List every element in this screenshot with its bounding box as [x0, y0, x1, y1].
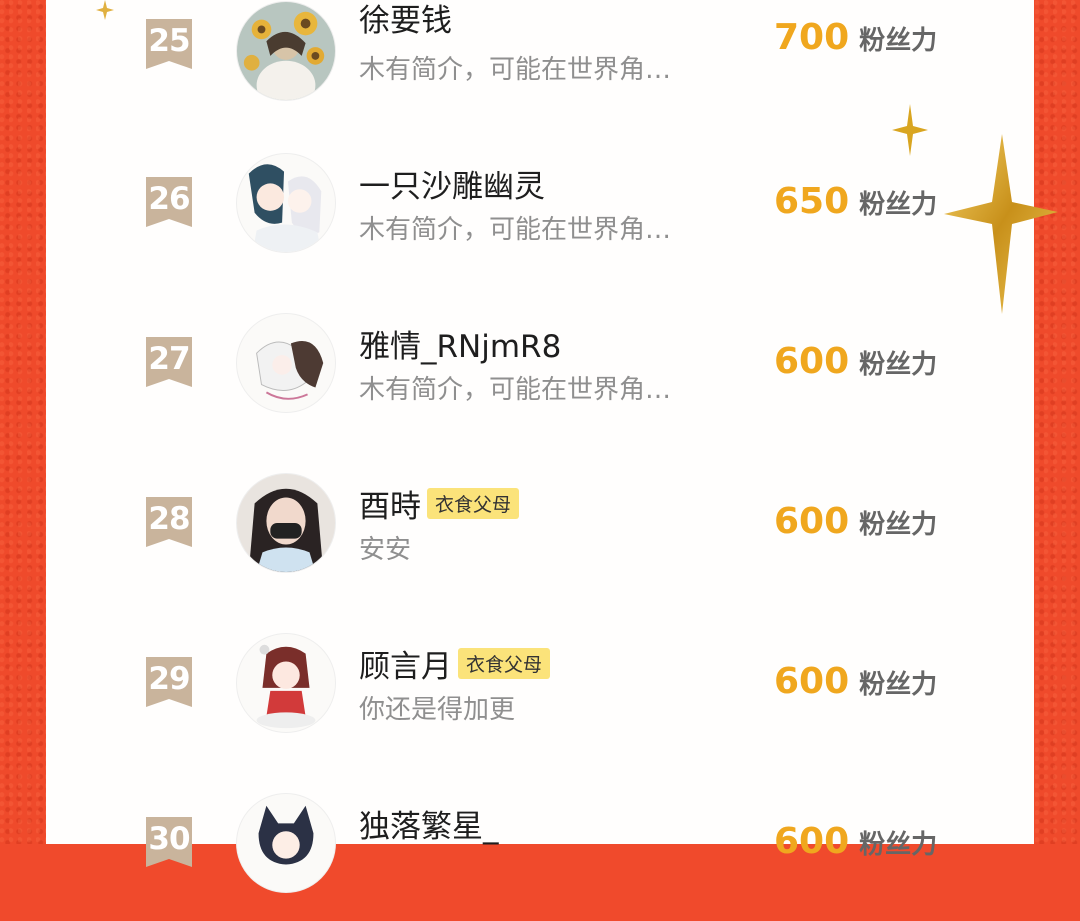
- score-value: 600: [774, 501, 850, 542]
- sketch-avatar[interactable]: [236, 313, 336, 413]
- rank-number: 28: [148, 501, 190, 537]
- rank-badge: 30: [146, 817, 192, 867]
- rank-number: 29: [148, 661, 190, 697]
- user-name[interactable]: 徐要钱: [359, 0, 452, 40]
- user-name[interactable]: 独落繁星_: [359, 801, 499, 846]
- score-value: 600: [774, 821, 850, 862]
- patron-tag: 衣食父母: [427, 488, 520, 519]
- user-bio: 木有简介，可能在世界角…: [359, 55, 672, 85]
- user-name[interactable]: 顾言月: [359, 641, 452, 686]
- list-item[interactable]: 29 顾言月 衣食父母 你还是得加更 600 粉丝力: [46, 601, 1034, 761]
- fan-score: 600 粉丝力: [774, 341, 937, 382]
- list-item[interactable]: 27 雅情_RNjmR8 木有简介，可能在世界角… 600 粉丝力: [46, 281, 1034, 441]
- list-item[interactable]: 30 独落繁星_ 600 粉丝力: [46, 761, 1034, 921]
- fan-score: 700 粉丝力: [774, 17, 937, 58]
- score-unit: 粉丝力: [859, 26, 938, 56]
- score-unit: 粉丝力: [859, 670, 938, 700]
- rank-number: 25: [148, 23, 190, 59]
- patron-tag: 衣食父母: [458, 648, 551, 679]
- rank-badge: 28: [146, 497, 192, 547]
- user-bio: 木有简介，可能在世界角…: [359, 375, 672, 405]
- rank-badge: 25: [146, 19, 192, 69]
- chibi-avatar[interactable]: [236, 633, 336, 733]
- rank-number: 26: [148, 181, 190, 217]
- rank-number: 30: [148, 821, 190, 857]
- sparkle-icon: [96, 0, 114, 20]
- fan-score: 600 粉丝力: [774, 821, 937, 862]
- user-name[interactable]: 一只沙雕幽灵: [359, 161, 545, 206]
- sunflower-avatar[interactable]: [236, 1, 336, 101]
- score-unit: 粉丝力: [859, 830, 938, 860]
- photo-avatar[interactable]: [236, 473, 336, 573]
- fan-score: 600 粉丝力: [774, 661, 937, 702]
- list-item[interactable]: 26 一只沙雕幽灵 木有简介，可能在世界角… 650 粉丝力: [46, 121, 1034, 281]
- rank-badge: 29: [146, 657, 192, 707]
- user-bio: 木有简介，可能在世界角…: [359, 215, 672, 245]
- fan-score: 600 粉丝力: [774, 501, 937, 542]
- score-unit: 粉丝力: [859, 510, 938, 540]
- sparkle-icon: [944, 134, 1058, 314]
- score-value: 600: [774, 341, 850, 382]
- score-unit: 粉丝力: [859, 350, 938, 380]
- score-unit: 粉丝力: [859, 190, 938, 220]
- rank-badge: 26: [146, 177, 192, 227]
- rank-badge: 27: [146, 337, 192, 387]
- list-item[interactable]: 28 酉時 衣食父母 安安 600 粉丝力: [46, 441, 1034, 601]
- cat-boy-avatar[interactable]: [236, 793, 336, 893]
- user-bio: 安安: [359, 535, 412, 565]
- anime-couple-avatar[interactable]: [236, 153, 336, 253]
- score-value: 650: [774, 181, 850, 222]
- sparkle-icon: [892, 104, 928, 156]
- user-name[interactable]: 雅情_RNjmR8: [359, 321, 561, 366]
- rank-number: 27: [148, 341, 190, 377]
- score-value: 600: [774, 661, 850, 702]
- fan-score: 650 粉丝力: [774, 181, 937, 222]
- user-name[interactable]: 酉時: [359, 481, 421, 526]
- score-value: 700: [774, 17, 850, 58]
- list-item[interactable]: 25 徐要钱 木有简介，可能在世界角… 700 粉丝力: [46, 0, 1034, 121]
- user-bio: 你还是得加更: [359, 695, 516, 725]
- ranking-list: 25 徐要钱 木有简介，可能在世界角… 700 粉丝力 26 一只沙雕幽灵 木有…: [46, 0, 1034, 893]
